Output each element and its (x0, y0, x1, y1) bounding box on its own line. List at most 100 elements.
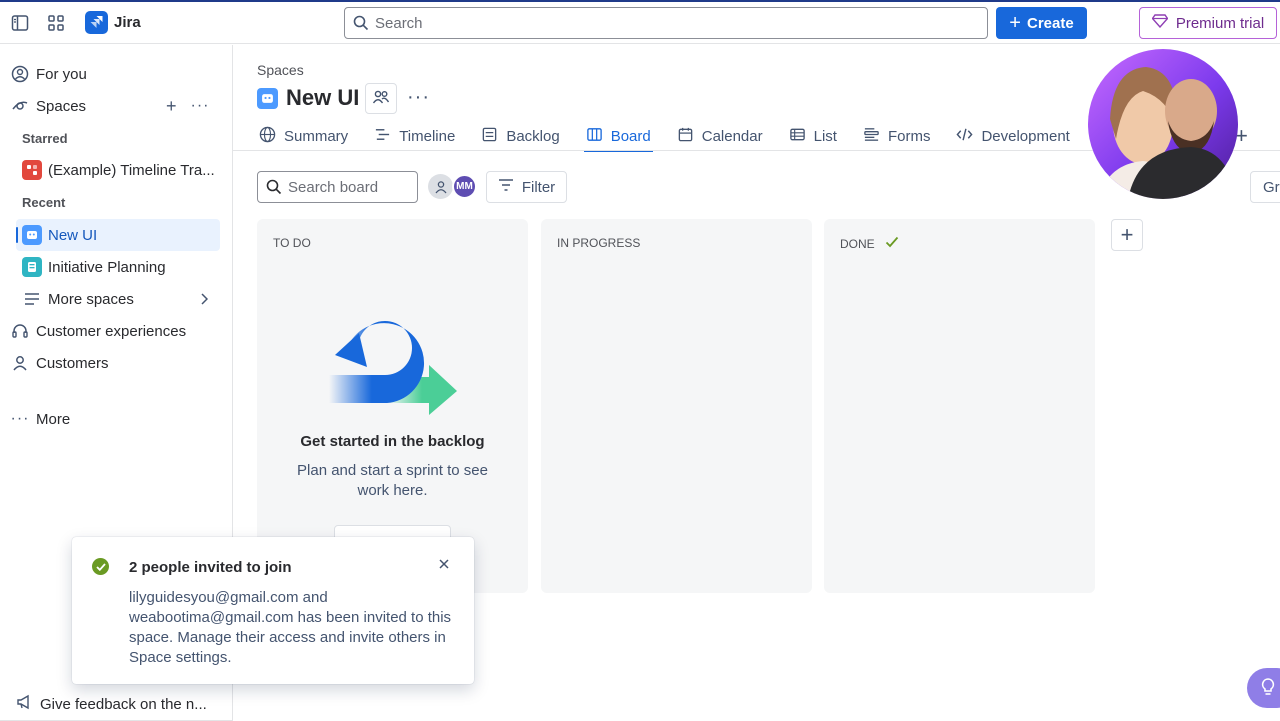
flag-body: lilyguidesyou@gmail.com and weabootima@g… (129, 589, 452, 666)
tab-development[interactable]: Development (954, 122, 1071, 151)
sidebar-item-label: Initiative Planning (48, 258, 166, 276)
tab-label: Summary (284, 128, 349, 145)
sidebar-item-initiative-planning[interactable]: Initiative Planning (16, 251, 220, 283)
list-icon (789, 126, 806, 147)
timeline-icon (374, 126, 391, 147)
jira-logo-icon[interactable] (85, 11, 108, 34)
sidebar-item-label: (Example) Timeline Tra... (48, 161, 215, 179)
more-dots-icon: ··· (10, 410, 30, 427)
project-avatar-icon (22, 225, 42, 245)
sidebar-item-label: New UI (48, 226, 98, 244)
sidebar-item-example-timeline[interactable]: (Example) Timeline Tra... (16, 154, 220, 186)
sidebar-item-label: Spaces (36, 97, 87, 115)
search-placeholder: Search (375, 15, 423, 32)
tab-backlog[interactable]: Backlog (479, 122, 561, 151)
tab-label: Development (981, 128, 1070, 145)
sidebar-item-customers[interactable]: Customers (0, 348, 233, 378)
plus-icon: + (1009, 12, 1021, 34)
diamond-icon (1151, 14, 1169, 32)
board-column-done: DONE (824, 219, 1095, 593)
app-name[interactable]: Jira (114, 14, 141, 31)
help-lightbulb-button[interactable] (1247, 668, 1280, 708)
flag-title: 2 people invited to join (129, 559, 292, 576)
column-title-text: DONE (840, 236, 875, 251)
tab-label: Forms (887, 128, 931, 145)
success-check-icon (92, 558, 109, 575)
filter-icon (498, 178, 514, 196)
tab-label: Calendar (701, 128, 763, 145)
unassigned-avatar[interactable] (428, 174, 453, 199)
column-title: DONE (840, 236, 899, 251)
sidebar-item-more[interactable]: ··· More (0, 404, 233, 434)
column-title-text: TO DO (273, 236, 311, 250)
create-label: Create (1026, 14, 1074, 32)
board-search-input[interactable]: Search board (257, 171, 418, 203)
sidebar-item-label: Customer experiences (36, 322, 187, 340)
sidebar-item-label: More (36, 410, 71, 428)
project-tabs: Summary Timeline Backlog Board Calendar … (257, 122, 1137, 152)
premium-trial-button[interactable]: Premium trial (1139, 7, 1277, 39)
sidebar-item-label: More spaces (48, 290, 134, 308)
column-title: TO DO (273, 236, 311, 250)
tab-label: List (813, 128, 837, 145)
tab-board[interactable]: Board (583, 122, 653, 152)
add-space-icon[interactable]: + (166, 96, 177, 117)
tab-list[interactable]: List (787, 122, 839, 151)
sidebar-item-label: Customers (36, 354, 109, 372)
tab-calendar[interactable]: Calendar (675, 122, 765, 151)
avatar[interactable]: MM (452, 174, 477, 199)
sidebar-toggle-icon[interactable] (9, 12, 31, 34)
tab-forms[interactable]: Forms (861, 122, 933, 151)
sidebar-item-new-ui[interactable]: New UI (16, 219, 220, 251)
megaphone-icon (16, 694, 32, 714)
lightbulb-icon (1261, 677, 1275, 699)
tab-label: Backlog (506, 128, 560, 145)
more-actions-icon[interactable]: ··· (407, 86, 430, 109)
starred-section-label: Starred (22, 131, 68, 146)
column-title-text: IN PROGRESS (557, 236, 641, 250)
tab-summary[interactable]: Summary (257, 122, 350, 151)
sidebar-item-for-you[interactable]: For you (0, 59, 233, 89)
chevron-right-icon (200, 292, 209, 309)
more-options-icon[interactable]: ··· (191, 97, 210, 115)
list-lines-icon (22, 289, 42, 309)
sidebar-item-spaces[interactable]: Spaces + ··· (0, 91, 233, 121)
headset-icon (8, 322, 32, 340)
recent-section-label: Recent (22, 195, 66, 210)
global-search-input[interactable]: Search (344, 7, 988, 39)
backlog-icon (481, 126, 498, 147)
project-avatar-icon (257, 88, 278, 109)
group-button[interactable]: Gro (1250, 171, 1280, 203)
spaces-icon (8, 97, 32, 115)
search-icon (266, 179, 282, 198)
empty-state-description: Plan and start a sprint to see work here… (297, 462, 488, 499)
webcam-overlay (1088, 49, 1238, 199)
person-icon (8, 354, 32, 372)
breadcrumb[interactable]: Spaces (257, 62, 304, 78)
app-switcher-icon[interactable] (45, 12, 67, 34)
code-icon (956, 126, 973, 147)
column-title: IN PROGRESS (557, 236, 640, 250)
premium-label: Premium trial (1175, 14, 1265, 32)
close-icon[interactable] (438, 557, 450, 575)
sidebar-item-more-spaces[interactable]: More spaces (16, 283, 220, 315)
add-column-button[interactable]: + (1111, 219, 1143, 251)
top-navigation-bar: Jira Search + Create Premium trial (0, 0, 1280, 44)
globe-icon (259, 126, 276, 147)
tab-timeline[interactable]: Timeline (372, 122, 457, 151)
user-circle-icon (8, 65, 32, 83)
feedback-label: Give feedback on the n... (40, 695, 207, 713)
team-members-button[interactable] (365, 83, 397, 114)
spaces-actions: + ··· (166, 91, 210, 121)
filter-button[interactable]: Filter (486, 171, 567, 203)
board-icon (586, 126, 603, 147)
sidebar-item-label: For you (36, 65, 87, 83)
tab-label: Timeline (399, 128, 456, 145)
sidebar-item-customer-experiences[interactable]: Customer experiences (0, 316, 233, 346)
project-avatar-icon (22, 257, 42, 277)
board-column-in-progress: IN PROGRESS (541, 219, 812, 593)
give-feedback-link[interactable]: Give feedback on the n... (16, 694, 207, 714)
create-button[interactable]: + Create (996, 7, 1087, 39)
search-icon (353, 15, 369, 34)
project-avatar-icon (22, 160, 42, 180)
